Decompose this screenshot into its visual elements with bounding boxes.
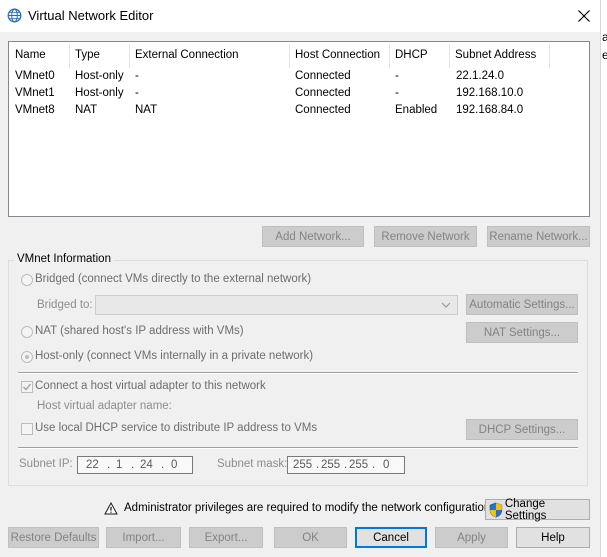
window-title: Virtual Network Editor <box>28 8 154 23</box>
apply-button[interactable]: Apply <box>435 527 508 548</box>
shield-icon <box>489 502 503 518</box>
checkmark-icon <box>23 383 32 391</box>
row-subnet: 192.168.84.0 <box>456 104 524 116</box>
ip-octet: 1 <box>116 459 123 471</box>
change-settings-label: Change Settings <box>504 497 547 522</box>
help-button[interactable]: Help <box>516 527 590 548</box>
mask-octet: 255 <box>293 459 313 471</box>
row-dhcp: - <box>395 87 399 99</box>
subnet-mask-field[interactable]: 255 . 255 . 255 . 0 <box>287 456 405 474</box>
row-external: - <box>135 87 139 99</box>
ip-octet: 22 <box>86 459 99 471</box>
nat-radio[interactable] <box>21 326 33 338</box>
row-host: Connected <box>295 87 351 99</box>
ip-octet: 0 <box>171 459 178 471</box>
divider <box>18 372 578 374</box>
column-divider <box>129 44 130 68</box>
background-window-edge: a e <box>600 0 607 557</box>
subnet-mask-label: Subnet mask: <box>217 458 288 470</box>
mask-octet: 255 <box>349 459 369 471</box>
subnet-ip-field[interactable]: 22 . 1 . 24 . 0 <box>77 456 193 474</box>
column-divider <box>289 44 290 68</box>
change-settings-button[interactable]: Change Settings <box>485 497 590 522</box>
dhcp-checkbox[interactable] <box>21 423 33 435</box>
chevron-down-icon <box>441 302 451 308</box>
column-header-dhcp[interactable]: DHCP <box>395 49 428 61</box>
nat-settings-button[interactable]: NAT Settings... <box>466 322 578 343</box>
row-external: - <box>135 70 139 82</box>
column-header-name[interactable]: Name <box>15 49 46 61</box>
nat-label: NAT (shared host's IP address with VMs) <box>35 325 244 337</box>
add-network-button[interactable]: Add Network... <box>262 226 364 247</box>
row-host: Connected <box>295 70 351 82</box>
column-header-type[interactable]: Type <box>75 49 100 61</box>
column-divider <box>389 44 390 68</box>
import-button[interactable]: Import... <box>106 527 181 548</box>
export-button[interactable]: Export... <box>189 527 263 548</box>
connect-adapter-checkbox[interactable] <box>21 381 33 393</box>
column-divider <box>549 44 550 68</box>
host-only-label: Host-only (connect VMs internally in a p… <box>35 350 314 362</box>
restore-defaults-button[interactable]: Restore Defaults <box>8 527 99 548</box>
column-divider <box>449 44 450 68</box>
row-type: Host-only <box>75 70 124 82</box>
bridged-radio[interactable] <box>21 274 33 286</box>
row-host: Connected <box>295 104 351 116</box>
mask-octet: 255 <box>321 459 341 471</box>
bridged-label: Bridged (connect VMs directly to the ext… <box>35 273 312 285</box>
row-type: NAT <box>75 104 98 116</box>
row-dhcp: - <box>395 70 399 82</box>
column-header-subnet[interactable]: Subnet Address <box>455 49 536 61</box>
background-char: a <box>602 30 607 44</box>
remove-network-button[interactable]: Remove Network <box>374 226 477 247</box>
row-name: VMnet1 <box>15 87 55 99</box>
admin-warning-text: Administrator privileges are required to… <box>124 502 494 514</box>
dhcp-settings-button[interactable]: DHCP Settings... <box>466 419 578 440</box>
row-subnet: 22.1.24.0 <box>456 70 504 82</box>
network-list[interactable]: Name Type External Connection Host Conne… <box>8 41 590 217</box>
subnet-ip-label: Subnet IP: <box>19 458 73 470</box>
network-globe-icon <box>7 8 22 23</box>
ok-button[interactable]: OK <box>274 527 347 548</box>
host-only-radio[interactable] <box>21 351 33 363</box>
close-button[interactable] <box>570 4 598 28</box>
dhcp-label: Use local DHCP service to distribute IP … <box>35 422 318 434</box>
adapter-name-label: Host virtual adapter name: <box>37 400 172 412</box>
automatic-settings-button[interactable]: Automatic Settings... <box>466 294 578 315</box>
row-name: VMnet8 <box>15 104 55 116</box>
cancel-button[interactable]: Cancel <box>355 527 427 548</box>
row-dhcp: Enabled <box>395 104 438 116</box>
background-char: e <box>602 48 607 62</box>
column-header-external[interactable]: External Connection <box>135 49 239 61</box>
row-external: NAT <box>135 104 158 116</box>
rename-network-button[interactable]: Rename Network... <box>487 226 590 247</box>
column-header-host[interactable]: Host Connection <box>295 49 380 61</box>
column-divider <box>69 44 70 68</box>
divider <box>18 447 578 449</box>
mask-octet: 0 <box>383 459 390 471</box>
close-icon <box>578 10 590 22</box>
vmnet-info-title: VMnet Information <box>14 253 114 265</box>
warning-icon <box>104 501 118 518</box>
ip-octet: 24 <box>140 459 153 471</box>
connect-adapter-label: Connect a host virtual adapter to this n… <box>35 380 266 392</box>
row-name: VMnet0 <box>15 70 55 82</box>
bridged-to-select[interactable] <box>95 295 458 315</box>
bridged-to-label: Bridged to: <box>37 299 93 311</box>
row-type: Host-only <box>75 87 124 99</box>
row-subnet: 192.168.10.0 <box>456 87 524 99</box>
